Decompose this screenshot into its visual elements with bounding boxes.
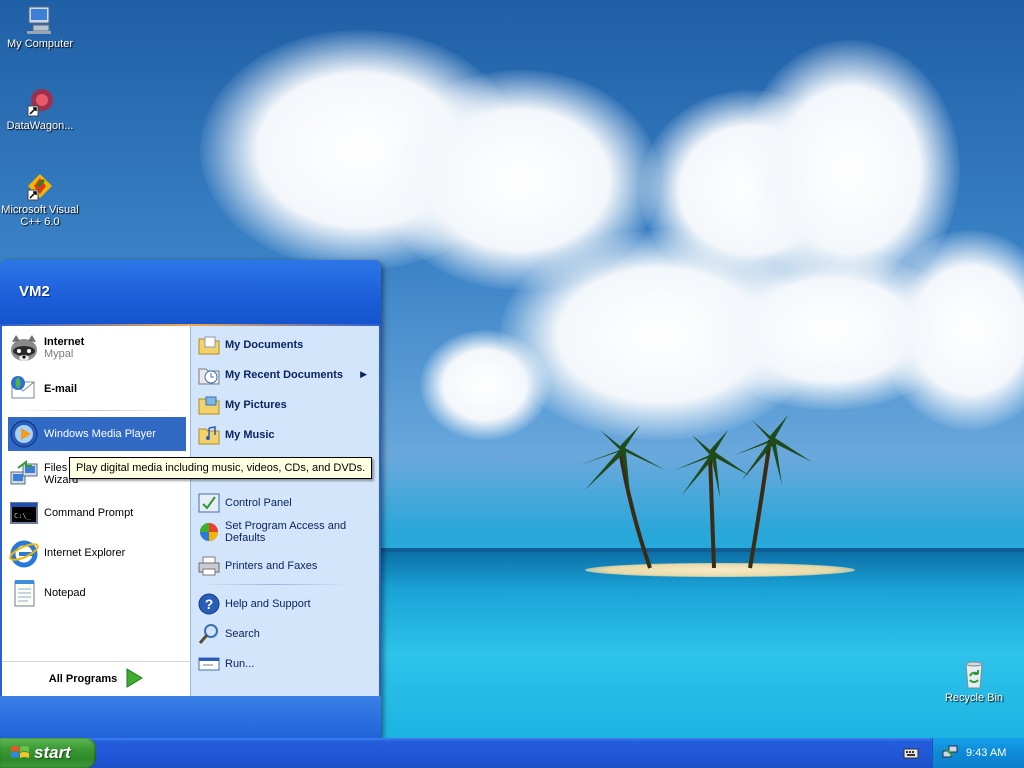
start-item-label: My Music <box>225 429 275 441</box>
start-item-label: Notepad <box>44 587 86 599</box>
submenu-arrow-icon: ▶ <box>360 369 367 379</box>
start-button-label: start <box>34 743 71 762</box>
media-player-icon <box>8 418 40 450</box>
taskbar: start 9:43 AM <box>0 738 1024 768</box>
desktop-icon-recycle-bin[interactable]: Recycle Bin <box>934 658 1014 704</box>
transfer-wizard-icon <box>8 458 40 490</box>
start-item-my-pictures[interactable]: My Pictures <box>197 391 373 419</box>
start-item-sublabel: Mypal <box>44 348 74 360</box>
start-item-label: Printers and Faxes <box>225 560 318 572</box>
start-item-label: E-mail <box>44 383 78 395</box>
start-item-my-documents[interactable]: My Documents <box>197 331 373 359</box>
start-item-search[interactable]: Search <box>197 620 373 648</box>
recycle-bin-icon <box>965 661 983 689</box>
printer-icon <box>197 554 221 578</box>
email-icon <box>8 373 40 405</box>
desktop-icon-label: Recycle Bin <box>944 692 1004 704</box>
start-item-internet-explorer[interactable]: Internet Explorer <box>8 536 186 570</box>
start-item-label: Internet <box>44 336 85 348</box>
start-menu-user-name: VM2 <box>0 260 381 324</box>
start-menu-right-pane: My Documents My Recent Documents ▶ My Pi… <box>190 326 379 696</box>
folder-pictures-icon <box>197 393 221 417</box>
start-item-label: Set Program Access and <box>225 520 347 532</box>
network-icon[interactable] <box>942 744 958 763</box>
start-item-my-recent-documents[interactable]: My Recent Documents ▶ <box>197 361 373 389</box>
system-tray: 9:43 AM <box>932 738 1024 768</box>
start-item-label: My Recent Documents <box>225 369 343 381</box>
desktop-icon-visual-cpp[interactable]: Microsoft Visual C++ 6.0 <box>0 170 80 228</box>
start-item-printers-and-faxes[interactable]: Printers and Faxes <box>197 552 373 580</box>
svg-text:C:\_: C:\_ <box>14 512 32 520</box>
start-menu-footer <box>0 696 381 738</box>
start-item-label: Windows Media Player <box>44 428 156 440</box>
start-menu-left-pane: Internet Mypal E-mail Windows Media Play… <box>2 326 190 696</box>
green-arrow-icon <box>125 667 144 691</box>
start-item-label: Command Prompt <box>44 507 134 519</box>
command-prompt-icon: C:\_ <box>8 497 40 529</box>
search-icon <box>197 622 221 646</box>
all-programs-button[interactable]: All Programs <box>2 661 190 696</box>
start-item-run[interactable]: Run... <box>197 650 373 678</box>
desktop-icon-label: My Computer <box>6 38 74 50</box>
start-item-label: Files <box>44 462 68 474</box>
folder-music-icon <box>197 423 221 447</box>
desktop-icon-label: DataWagon... <box>6 120 74 132</box>
start-item-internet[interactable]: Internet Mypal <box>8 331 186 365</box>
start-item-label: My Documents <box>225 339 304 351</box>
visual-cpp-icon <box>27 174 52 201</box>
start-item-notepad[interactable]: Notepad <box>8 576 186 610</box>
control-panel-icon <box>197 491 221 515</box>
start-item-label-line2: Defaults <box>225 532 266 544</box>
start-menu: VM2 Internet Mypal E-mail Windows Media … <box>0 260 381 738</box>
start-item-label: Help and Support <box>225 598 311 610</box>
start-item-windows-media-player[interactable]: Windows Media Player <box>8 417 186 451</box>
desktop-icon-datawagon[interactable]: DataWagon... <box>0 86 80 132</box>
datawagon-icon <box>27 89 53 117</box>
my-computer-icon <box>27 6 51 34</box>
help-icon: ? <box>197 592 221 616</box>
pinned-separator <box>12 410 182 411</box>
start-item-email[interactable]: E-mail <box>8 372 186 406</box>
folder-documents-icon <box>197 333 221 357</box>
run-icon <box>197 652 221 676</box>
start-item-help-and-support[interactable]: ? Help and Support <box>197 590 373 618</box>
start-item-control-panel[interactable]: Control Panel <box>197 489 373 517</box>
all-programs-label: All Programs <box>48 673 118 685</box>
svg-text:?: ? <box>205 596 214 612</box>
program-access-icon <box>197 520 221 544</box>
start-item-label: Internet Explorer <box>44 547 126 559</box>
internet-explorer-icon <box>8 537 40 569</box>
notepad-icon <box>8 577 40 609</box>
clock[interactable]: 9:43 AM <box>966 747 1006 759</box>
raccoon-browser-icon <box>8 332 40 364</box>
start-item-label: My Pictures <box>225 399 287 411</box>
start-item-label: Run... <box>225 658 255 670</box>
start-item-my-music[interactable]: My Music <box>197 421 373 449</box>
start-button[interactable]: start <box>0 738 96 768</box>
windows-flag-icon <box>10 744 30 762</box>
start-item-command-prompt[interactable]: C:\_ Command Prompt <box>8 496 186 530</box>
start-item-set-program-access[interactable]: Set Program Access and Defaults <box>197 516 373 548</box>
start-item-label: Control Panel <box>225 497 292 509</box>
desktop-icon-label: Microsoft Visual C++ 6.0 <box>1 204 79 228</box>
settings-separator <box>199 584 349 585</box>
desktop-icon-my-computer[interactable]: My Computer <box>0 4 80 50</box>
recent-documents-icon <box>197 363 221 387</box>
media-player-tooltip: Play digital media including music, vide… <box>69 457 373 479</box>
keyboard-icon[interactable] <box>903 745 919 764</box>
palm-trees-decoration <box>580 415 812 569</box>
start-item-label: Search <box>225 628 260 640</box>
